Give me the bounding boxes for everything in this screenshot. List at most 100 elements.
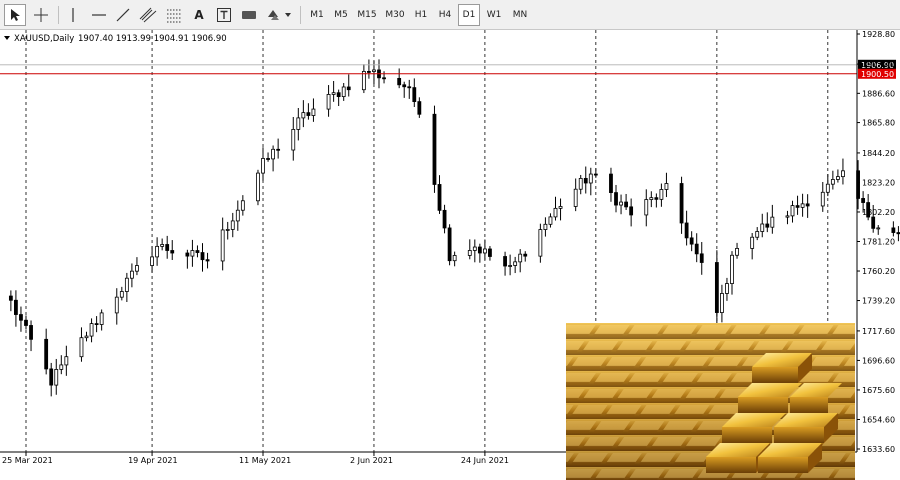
candlestick (185, 249, 190, 269)
timeframe-w1[interactable]: W1 (482, 4, 506, 26)
timeframe-m15[interactable]: M15 (354, 4, 380, 26)
date-tick-label: 24 Jun 2021 (461, 456, 509, 465)
candlestick (19, 306, 23, 332)
crosshair-icon[interactable] (30, 4, 52, 26)
price-tick-label: 1654.60 (862, 415, 895, 424)
candlestick (271, 145, 276, 172)
level-price-tag-label: 1900.50 (861, 70, 894, 79)
candlestick (629, 198, 634, 227)
candlestick (795, 195, 800, 215)
candlestick (326, 85, 331, 117)
gold-bars-photo (566, 323, 855, 480)
candlestick (331, 80, 336, 102)
candlestick (165, 235, 170, 259)
candlestick (135, 257, 139, 276)
candlestick (689, 231, 694, 252)
candlestick (397, 68, 402, 89)
candlestick (124, 272, 129, 303)
channel-icon[interactable] (137, 4, 159, 26)
candlestick (488, 246, 492, 261)
candlestick (367, 59, 371, 79)
symbol-menu-triangle-icon[interactable] (4, 36, 10, 40)
candlestick (291, 116, 296, 161)
candlestick (624, 193, 628, 210)
shapes-menu-icon[interactable] (264, 4, 294, 26)
candlestick (765, 212, 770, 233)
candlestick (720, 284, 724, 323)
candlestick (447, 224, 452, 266)
vertical-line-icon[interactable] (62, 4, 84, 26)
date-tick-label: 25 Mar 2021 (2, 456, 53, 465)
candlestick (296, 108, 301, 141)
candlestick (64, 345, 69, 376)
rectangle-shape-icon[interactable] (238, 4, 260, 26)
candlestick (820, 181, 825, 212)
candlestick (114, 288, 119, 325)
horizontal-line-icon[interactable] (88, 4, 110, 26)
candlestick (417, 97, 422, 118)
text-icon[interactable]: A (188, 4, 210, 26)
timeframe-d1[interactable]: D1 (458, 4, 480, 26)
candlestick (190, 239, 195, 267)
candlestick (301, 100, 306, 128)
candlestick (14, 290, 18, 327)
candlestick (412, 78, 417, 108)
candlestick (336, 89, 341, 107)
timeframe-h1[interactable]: H1 (410, 4, 432, 26)
price-tick-label: 1696.60 (862, 356, 895, 365)
candlestick (558, 198, 563, 221)
candlestick (644, 189, 649, 227)
candlestick (129, 263, 134, 288)
cursor-icon[interactable] (4, 4, 26, 26)
candlestick (654, 193, 659, 208)
candlestick (659, 183, 664, 207)
candlestick (730, 251, 734, 295)
candlestick (54, 358, 59, 395)
candlestick (99, 309, 104, 331)
candlestick (225, 221, 230, 240)
candlestick (311, 98, 316, 122)
candlestick (664, 172, 669, 198)
candlestick (59, 355, 64, 375)
candlestick (205, 252, 210, 269)
timeframe-mn[interactable]: MN (508, 4, 532, 26)
candlestick (876, 225, 881, 235)
candlestick (8, 290, 13, 312)
price-tick-label: 1717.60 (862, 327, 895, 336)
candlestick (266, 152, 270, 162)
candlestick (94, 316, 99, 333)
candlestick (306, 103, 311, 120)
candlestick (442, 204, 447, 234)
timeframe-h4[interactable]: H4 (434, 4, 456, 26)
text-label-icon[interactable] (213, 4, 235, 26)
fibonacci-icon[interactable] (163, 4, 185, 26)
candlestick (800, 193, 805, 217)
date-tick-label: 19 Apr 2021 (128, 456, 177, 465)
date-tick-label: 11 May 2021 (239, 456, 291, 465)
price-tick-label: 1739.20 (862, 297, 895, 306)
candlestick (649, 191, 654, 208)
timeframe-m5[interactable]: M5 (330, 4, 352, 26)
candlestick (553, 196, 558, 221)
chart-toolbar: A M1 M5 M15 M30 H1 H4 D1 W1 MN (0, 0, 900, 30)
candlestick (841, 158, 845, 185)
candlestick (785, 210, 790, 225)
price-tick-label: 1928.80 (862, 30, 895, 39)
candlestick (836, 169, 840, 183)
candlestick (482, 239, 487, 260)
trendline-icon[interactable] (112, 4, 134, 26)
candlestick (543, 217, 548, 237)
timeframe-m1[interactable]: M1 (306, 4, 328, 26)
candlestick (573, 178, 578, 212)
candlestick (49, 362, 54, 397)
timeframe-m30[interactable]: M30 (382, 4, 408, 26)
candlestick (472, 239, 477, 263)
candlestick (609, 167, 613, 202)
candlestick (160, 238, 165, 251)
chart-area[interactable]: 1906.90 1900.50 1928.80 1907.40 1886.60 1865… (0, 30, 900, 480)
candlestick (220, 217, 225, 271)
candlestick (240, 195, 245, 216)
candlestick (805, 194, 810, 218)
candlestick (361, 64, 366, 94)
candlestick (619, 194, 623, 215)
